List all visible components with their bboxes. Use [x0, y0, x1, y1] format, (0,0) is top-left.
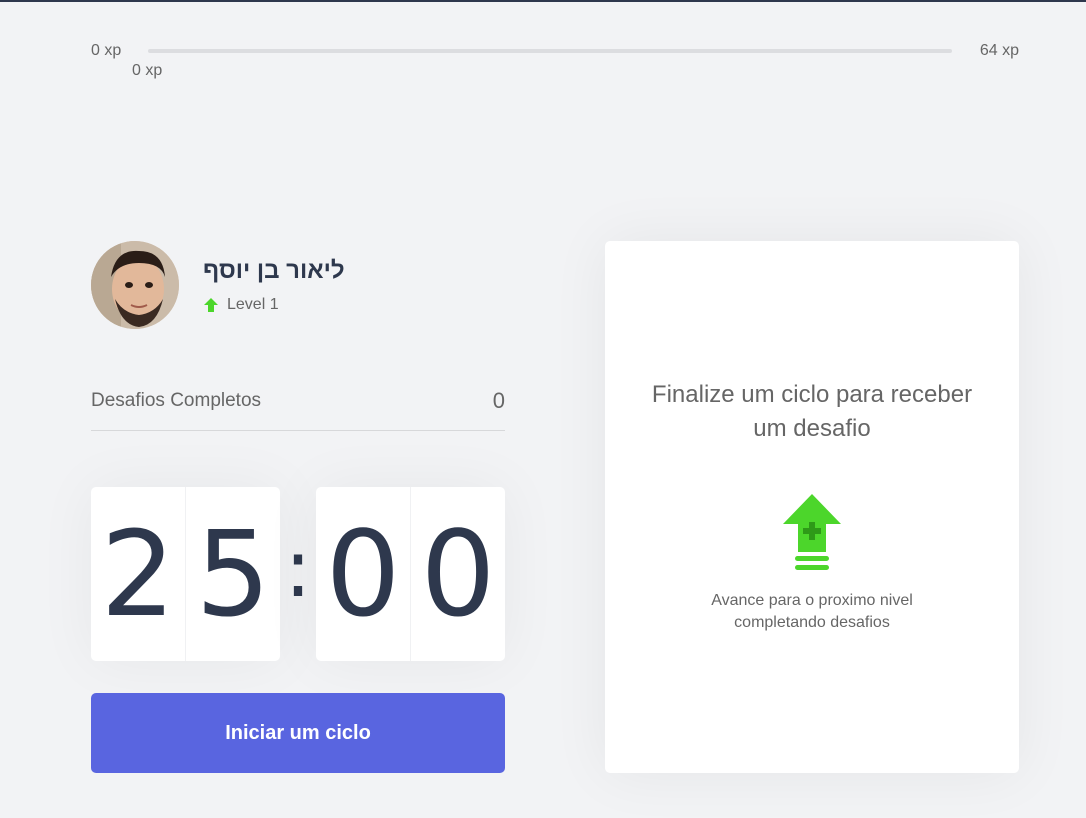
- level-row: Level 1: [203, 295, 279, 315]
- minute-ones-digit: 5: [195, 505, 271, 643]
- level-up-icon: [783, 494, 841, 570]
- challenge-hint: Avance para o proximo nivel completando …: [711, 592, 913, 631]
- experience-bar: 0 xp 0 xp 64 xp: [91, 40, 1019, 80]
- minute-tens-digit: 2: [91, 487, 186, 661]
- second-ones-digit: 0: [420, 505, 496, 643]
- xp-max-label: 64 xp: [979, 42, 1019, 59]
- countdown-separator: :: [284, 522, 312, 615]
- challenge-box: Finalize um ciclo para receber um desafi…: [605, 241, 1019, 773]
- second-tens-digit: 0: [316, 487, 411, 661]
- profile: ליאור בן יוסף Level 1: [91, 241, 505, 329]
- xp-min-label: 0 xp: [91, 42, 122, 59]
- countdown-minutes: 2 5: [91, 487, 280, 661]
- completed-challenges-count: 0: [492, 388, 505, 413]
- start-cycle-button[interactable]: Iniciar um ciclo: [91, 693, 505, 773]
- countdown-seconds: 0 0: [316, 487, 505, 661]
- profile-name: ליאור בן יוסף: [203, 257, 345, 284]
- completed-challenges: Desafios Completos 0: [91, 384, 505, 431]
- xp-track: [148, 49, 952, 53]
- completed-challenges-label: Desafios Completos: [91, 390, 262, 411]
- countdown-timer: 2 5 : 0 0: [91, 487, 505, 661]
- level-label: Level 1: [227, 296, 279, 313]
- challenge-title: Finalize um ciclo para receber um desafi…: [651, 381, 973, 442]
- level-up-arrow-icon: [204, 298, 218, 312]
- xp-current-label: 0 xp: [132, 62, 163, 79]
- top-edge-line: [0, 0, 1086, 2]
- avatar: [91, 241, 179, 329]
